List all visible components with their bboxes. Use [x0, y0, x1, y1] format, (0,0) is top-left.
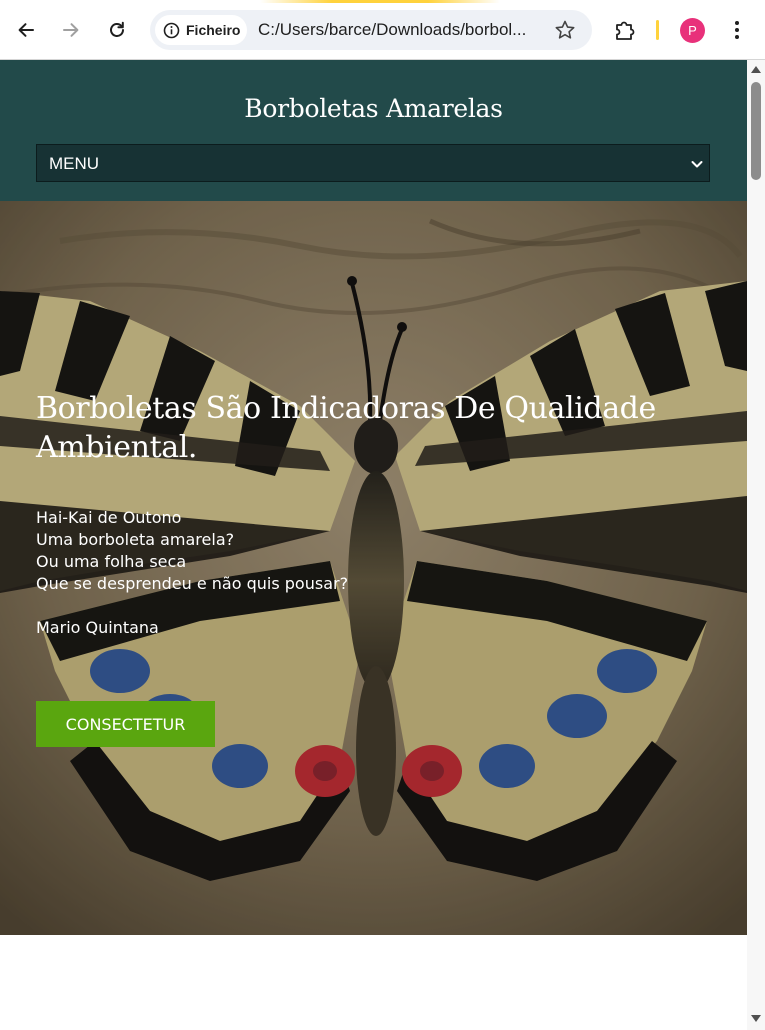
scroll-down-arrow-icon[interactable]: [750, 1014, 762, 1024]
profile-avatar[interactable]: P: [680, 18, 705, 43]
scroll-up-arrow-icon[interactable]: [750, 64, 762, 74]
site-title[interactable]: Borboletas Amarelas: [0, 94, 747, 123]
back-arrow-icon: [18, 23, 34, 37]
extensions-icon[interactable]: [612, 17, 638, 43]
browser-toolbar: Ficheiro C:/Users/barce/Downloads/borbol…: [0, 0, 765, 60]
page-scrollbar[interactable]: [747, 60, 765, 1030]
consectetur-button[interactable]: CONSECTETUR: [36, 701, 215, 747]
star-icon[interactable]: [554, 19, 576, 41]
poem-author: Mario Quintana: [36, 618, 159, 637]
loading-indicator: [260, 0, 500, 3]
hero-heading: Borboletas São Indicadoras De Qualidade …: [36, 391, 656, 465]
poem-line: Uma borboleta amarela?: [36, 530, 235, 549]
chevron-down-icon: [691, 161, 703, 168]
forward-arrow-icon: [63, 23, 79, 37]
hero-section: Borboletas São Indicadoras De Qualidade …: [0, 201, 747, 935]
page-viewport: Borboletas Amarelas MENU Borboletas São …: [0, 60, 747, 1030]
poem-line: Que se desprendeu e não quis pousar?: [36, 574, 349, 593]
poem-line: Ou uma folha seca: [36, 552, 187, 571]
info-icon: [163, 22, 180, 38]
site-info-chip[interactable]: Ficheiro: [155, 15, 247, 45]
site-chip-label: Ficheiro: [186, 22, 241, 38]
address-bar[interactable]: Ficheiro C:/Users/barce/Downloads/borbol…: [150, 10, 592, 50]
site-header: Borboletas Amarelas MENU: [0, 60, 747, 201]
menu-label: MENU: [49, 154, 100, 173]
scrollbar-thumb[interactable]: [751, 82, 761, 180]
menu-select[interactable]: MENU: [36, 144, 710, 182]
toolbar-divider: [656, 20, 659, 40]
more-vert-icon[interactable]: [728, 18, 746, 42]
reload-button[interactable]: [101, 14, 133, 46]
url-text[interactable]: C:/Users/barce/Downloads/borbol...: [258, 20, 544, 40]
poem: Hai-Kai de Outono Uma borboleta amarela?…: [36, 507, 536, 639]
poem-line: Hai-Kai de Outono: [36, 508, 182, 527]
back-button[interactable]: [10, 14, 42, 46]
forward-button[interactable]: [55, 14, 87, 46]
reload-icon: [110, 21, 124, 37]
